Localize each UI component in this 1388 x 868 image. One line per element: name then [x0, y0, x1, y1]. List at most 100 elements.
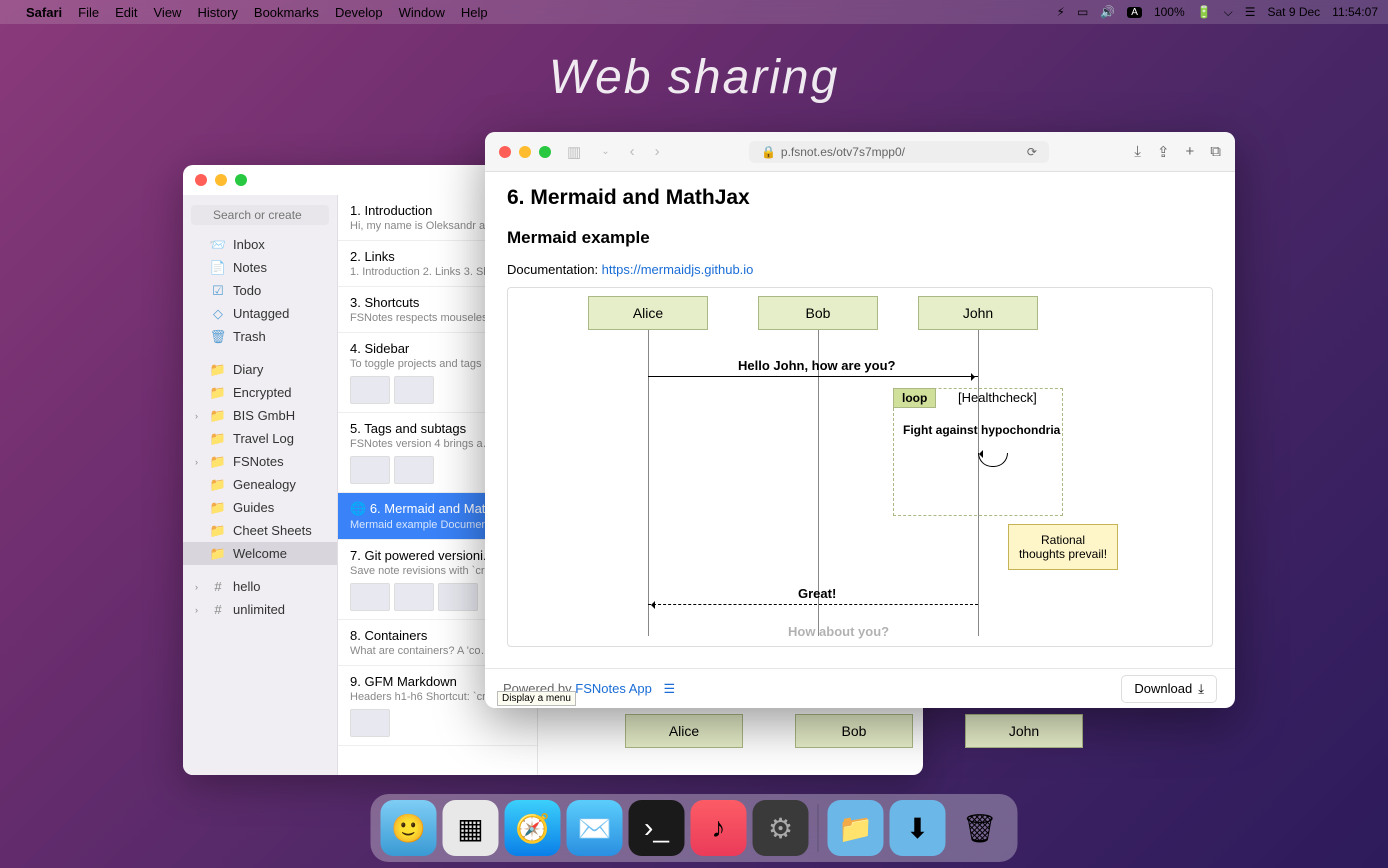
tabs-overview-icon[interactable]: ⧉ — [1210, 143, 1221, 161]
sidebar-item-trash[interactable]: 🗑Trash — [183, 325, 337, 348]
sidebar-folder-fsnotes[interactable]: › 📁 FSNotes — [183, 450, 337, 473]
dock-safari[interactable]: 🧭 — [505, 800, 561, 856]
menu-help[interactable]: Help — [461, 5, 488, 20]
chevron-icon[interactable]: › — [195, 582, 203, 592]
sidebar-label: Guides — [233, 500, 274, 515]
sidebar-item-todo[interactable]: ☑Todo — [183, 279, 337, 302]
bg-actor-alice: Alice — [625, 714, 743, 748]
folder-icon: 📁 — [210, 409, 226, 423]
downloads-icon[interactable]: ⤓ — [1134, 143, 1141, 161]
lock-icon: 🔒 — [761, 145, 776, 159]
note-thumbnail — [394, 583, 434, 611]
sidebar-tag-hello[interactable]: ›#hello — [183, 575, 337, 598]
control-center-icon[interactable]: ☰ — [1245, 5, 1256, 19]
safari-content[interactable]: 6. Mermaid and MathJax Mermaid example D… — [485, 172, 1235, 668]
menu-history[interactable]: History — [197, 5, 237, 20]
sidebar-tag-unlimited[interactable]: ›#unlimited — [183, 598, 337, 621]
menu-edit[interactable]: Edit — [115, 5, 137, 20]
actor-alice: Alice — [588, 296, 708, 330]
menubar-date[interactable]: Sat 9 Dec — [1267, 5, 1320, 19]
menu-develop[interactable]: Develop — [335, 5, 383, 20]
sidebar-toggle-icon[interactable]: ▥ — [563, 143, 585, 161]
address-bar[interactable]: 🔒 p.fsnot.es/otv7s7mpp0/ ⟳ — [749, 141, 1049, 163]
url-text: p.fsnot.es/otv7s7mpp0/ — [781, 145, 905, 159]
safari-minimize-button[interactable] — [519, 146, 531, 158]
sidebar-label: BIS GmbH — [233, 408, 295, 423]
sidebar-label: Cheet Sheets — [233, 523, 312, 538]
sound-icon[interactable]: 🔊 — [1100, 5, 1115, 19]
sidebar-folder-cheet-sheets[interactable]: 📁Cheet Sheets — [183, 519, 337, 542]
sidebar-folder-diary[interactable]: 📁Diary — [183, 358, 337, 381]
sidebar-label: Diary — [233, 362, 263, 377]
input-source[interactable]: A — [1127, 7, 1142, 18]
dock-trash[interactable]: 🗑 — [952, 800, 1008, 856]
trash-icon: 🗑 — [210, 330, 226, 344]
menu-view[interactable]: View — [154, 5, 182, 20]
settings-icon[interactable]: ☰ — [664, 681, 676, 696]
sidebar-item-notes[interactable]: 📄Notes — [183, 256, 337, 279]
sidebar-folder-genealogy[interactable]: 📁Genealogy — [183, 473, 337, 496]
dock-mail[interactable]: ✉️ — [567, 800, 623, 856]
note-thumbnail — [350, 709, 390, 737]
sidebar-label: Welcome — [233, 546, 287, 561]
sidebar-folder-encrypted[interactable]: 📁 Encrypted — [183, 381, 337, 404]
dock-settings[interactable]: ⚙ — [753, 800, 809, 856]
sidebar-label: FSNotes — [233, 454, 284, 469]
safari-zoom-button[interactable] — [539, 146, 551, 158]
traffic-lights — [195, 174, 247, 186]
menu-file[interactable]: File — [78, 5, 99, 20]
minimize-button[interactable] — [215, 174, 227, 186]
menubar-time[interactable]: 11:54:07 — [1332, 5, 1378, 19]
sidebar-folder-travel-log[interactable]: 📁Travel Log — [183, 427, 337, 450]
chevron-icon[interactable]: › — [195, 605, 203, 615]
menu-bookmarks[interactable]: Bookmarks — [254, 5, 319, 20]
dock: 🙂 ▦ 🧭 ✉️ ›_ ♪ ⚙ 📁 ⬇ 🗑 — [371, 794, 1018, 862]
dock-finder[interactable]: 🙂 — [381, 800, 437, 856]
search-input[interactable] — [191, 205, 329, 225]
fsnotes-app-link[interactable]: FSNotes App — [575, 681, 652, 696]
wifi-icon[interactable]: ⌵ — [1224, 5, 1233, 20]
sidebar-folder-welcome[interactable]: 📁Welcome — [183, 542, 337, 565]
arrow-john-alice — [648, 604, 978, 605]
menubar: Safari File Edit View History Bookmarks … — [0, 0, 1388, 24]
dock-downloads[interactable]: ⬇ — [890, 800, 946, 856]
sidebar-label: Notes — [233, 260, 267, 275]
forward-button[interactable]: › — [651, 143, 664, 160]
share-icon[interactable]: ⇪ — [1157, 143, 1170, 161]
folder-icon: 📁 — [210, 432, 226, 446]
chevron-icon[interactable]: › — [195, 457, 203, 467]
sidebar-folder-guides[interactable]: 📁Guides — [183, 496, 337, 519]
note-thumbnail — [438, 583, 478, 611]
dock-terminal[interactable]: ›_ — [629, 800, 685, 856]
sidebar-item-inbox[interactable]: 📨Inbox — [183, 233, 337, 256]
download-icon: ⤓ — [1198, 681, 1204, 697]
battery-icon[interactable]: 🔋 — [1197, 5, 1212, 19]
new-tab-icon[interactable]: + — [1186, 143, 1195, 161]
download-button[interactable]: Download ⤓ — [1121, 675, 1217, 703]
reload-icon[interactable]: ⟳ — [1027, 145, 1037, 159]
sidebar-folder-bis-gmbh[interactable]: › 📁 BIS GmbH — [183, 404, 337, 427]
sidebar-label: unlimited — [233, 602, 285, 617]
dock-folder[interactable]: 📁 — [828, 800, 884, 856]
untag-icon: ◇ — [210, 307, 226, 321]
chevron-icon[interactable]: › — [195, 411, 203, 421]
note-thumbnail — [394, 456, 434, 484]
dock-launchpad[interactable]: ▦ — [443, 800, 499, 856]
zoom-button[interactable] — [235, 174, 247, 186]
sidebar-item-untagged[interactable]: ◇Untagged — [183, 302, 337, 325]
fastcharge-icon[interactable]: ⚡︎ — [1057, 5, 1065, 19]
back-button[interactable]: ‹ — [626, 143, 639, 160]
tab-dropdown-icon[interactable]: ⌄ — [597, 146, 613, 157]
folder-icon: 📁 — [210, 386, 226, 400]
display-icon[interactable]: ▭ — [1077, 5, 1088, 19]
folder-icon: 📁 — [210, 455, 226, 469]
close-button[interactable] — [195, 174, 207, 186]
menu-window[interactable]: Window — [399, 5, 445, 20]
page-footer: Powered by FSNotes App ☰ Download ⤓ Disp… — [485, 668, 1235, 708]
safari-close-button[interactable] — [499, 146, 511, 158]
sidebar-label: Genealogy — [233, 477, 296, 492]
sidebar-label: Encrypted — [233, 385, 292, 400]
dock-music[interactable]: ♪ — [691, 800, 747, 856]
documentation-link[interactable]: https://mermaidjs.github.io — [602, 262, 754, 277]
app-menu[interactable]: Safari — [26, 5, 62, 20]
